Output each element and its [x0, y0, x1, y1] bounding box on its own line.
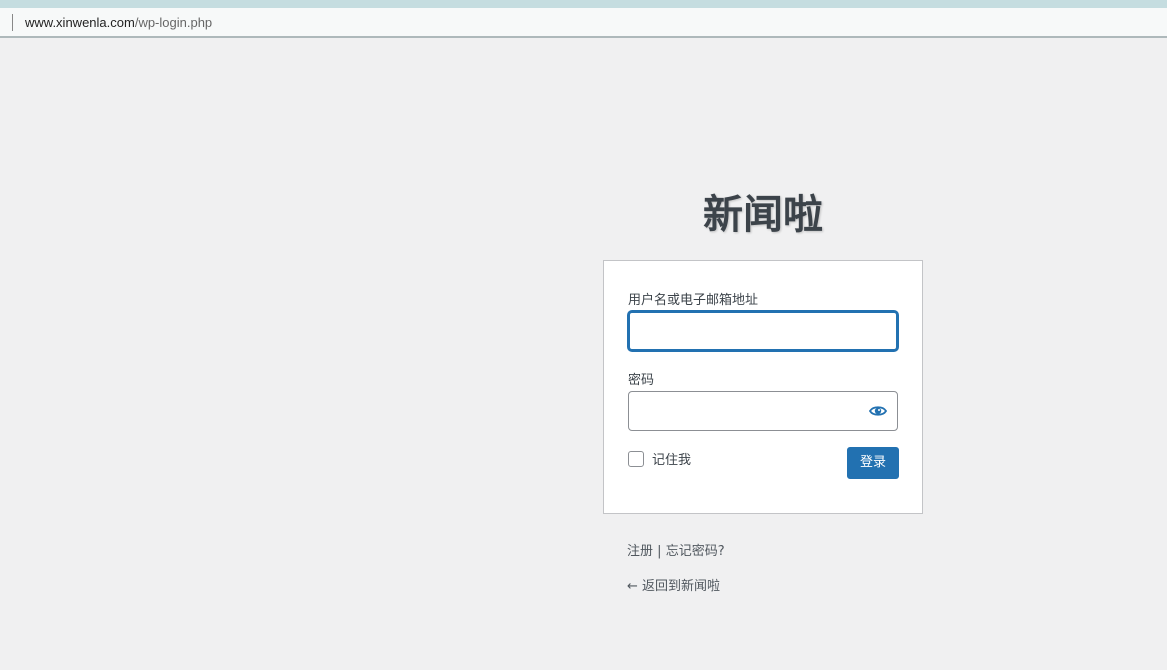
site-logo[interactable]: 新闻啦 — [603, 180, 923, 250]
browser-top-strip — [0, 0, 1167, 8]
lost-password-link[interactable]: 忘记密码? — [666, 544, 725, 559]
back-arrow: ← — [627, 579, 638, 594]
url-host: www.xinwenla.com — [25, 15, 135, 30]
login-container: 新闻啦 用户名或电子邮箱地址 密码 记住我 登录 注册 | 忘记密码? ← 返回… — [603, 180, 923, 594]
register-link[interactable]: 注册 — [627, 544, 653, 559]
password-label: 密码 — [628, 373, 655, 388]
address-separator — [12, 14, 13, 31]
address-bar[interactable]: ​ www.xinwenla.com/wp-login.php — [0, 8, 1167, 38]
remember-checkbox[interactable] — [628, 450, 644, 467]
eye-icon[interactable] — [869, 403, 887, 419]
back-to-blog-label: 返回到新闻啦 — [642, 579, 721, 594]
username-label: 用户名或电子邮箱地址 — [628, 293, 759, 308]
remember-me[interactable]: 记住我 — [628, 449, 691, 468]
nav-separator: | — [657, 544, 662, 559]
back-to-blog: ← 返回到新闻啦 — [627, 575, 720, 594]
login-nav: 注册 | 忘记密码? — [627, 540, 725, 559]
login-button[interactable]: 登录 — [847, 447, 899, 479]
url-text[interactable]: www.xinwenla.com/wp-login.php — [25, 15, 212, 31]
login-form: 用户名或电子邮箱地址 密码 记住我 登录 — [603, 260, 923, 514]
username-input[interactable] — [628, 311, 898, 351]
back-to-blog-link[interactable]: ← 返回到新闻啦 — [627, 579, 720, 594]
remember-label[interactable]: 记住我 — [652, 449, 691, 468]
password-input[interactable] — [628, 391, 898, 431]
url-path: /wp-login.php — [134, 15, 213, 30]
